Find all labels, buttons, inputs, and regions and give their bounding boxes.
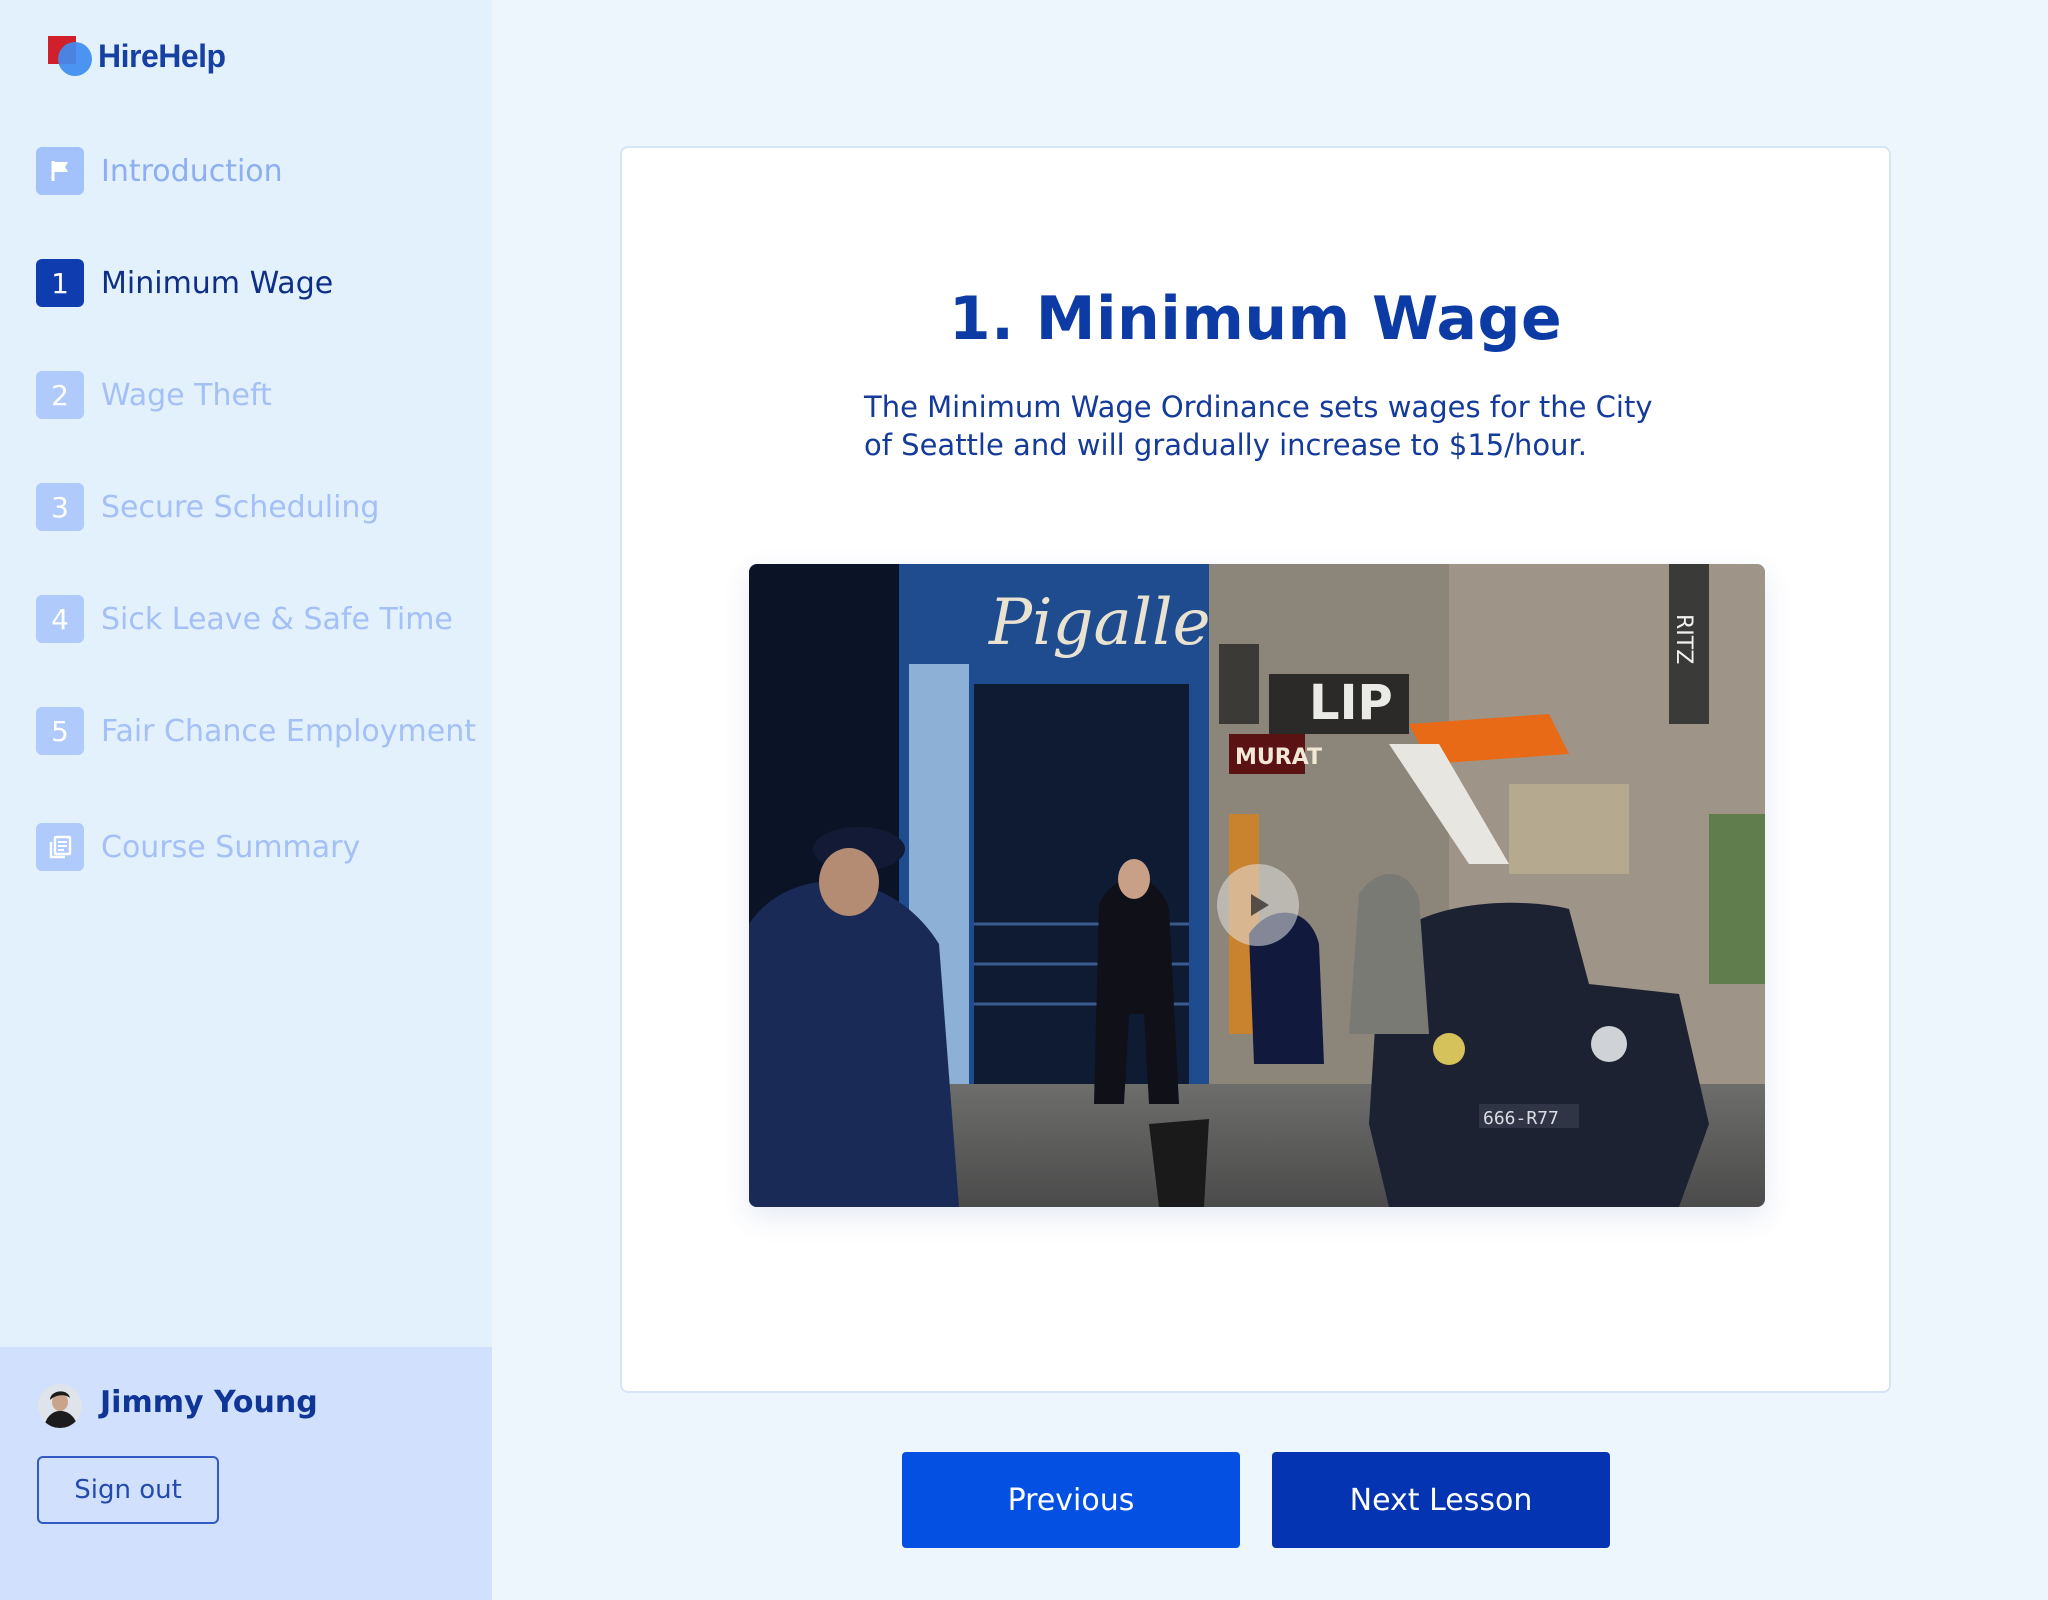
- lesson-title: 1. Minimum Wage: [948, 284, 1563, 354]
- app-name: HireHelp: [98, 37, 226, 74]
- lesson-number-badge: 4: [36, 595, 84, 643]
- avatar[interactable]: [38, 1384, 82, 1428]
- sidebar-item-label: Course Summary: [101, 829, 361, 865]
- svg-text:LIP: LIP: [1309, 675, 1393, 731]
- logo[interactable]: HireHelp: [46, 34, 226, 78]
- lesson-number-badge: 2: [36, 371, 84, 419]
- svg-text:RITZ: RITZ: [1671, 614, 1696, 664]
- sidebar-item-label: Secure Scheduling: [101, 489, 380, 525]
- flag-icon: [36, 147, 84, 195]
- lesson-card: 1. Minimum Wage The Minimum Wage Ordinan…: [620, 146, 1891, 1393]
- lesson-number-badge: 3: [36, 483, 84, 531]
- previous-button[interactable]: Previous: [902, 1452, 1240, 1548]
- user-panel: Jimmy Young Sign out: [0, 1347, 492, 1600]
- next-lesson-button[interactable]: Next Lesson: [1272, 1452, 1610, 1548]
- lesson-description: The Minimum Wage Ordinance sets wages fo…: [864, 390, 1653, 462]
- logo-icon: [46, 34, 94, 78]
- lesson-number-badge: 5: [36, 707, 84, 755]
- svg-text:Pigalle: Pigalle: [988, 586, 1210, 660]
- lesson-video[interactable]: Pigalle LIP MURAT RITZ 666-R77: [749, 564, 1765, 1207]
- document-icon: [36, 823, 84, 871]
- svg-text:MURAT: MURAT: [1235, 745, 1322, 770]
- sidebar-item-wage-theft[interactable]: 2 Wage Theft: [36, 367, 476, 423]
- sidebar-item-introduction[interactable]: Introduction: [36, 143, 476, 199]
- sidebar-item-sick-leave[interactable]: 4 Sick Leave & Safe Time: [36, 591, 476, 647]
- lesson-number-badge: 1: [36, 259, 84, 307]
- svg-text:666-R77: 666-R77: [1483, 1108, 1559, 1129]
- sidebar-item-fair-chance[interactable]: 5 Fair Chance Employment: [36, 703, 476, 759]
- sidebar-item-label: Introduction: [101, 153, 283, 189]
- play-icon[interactable]: [1217, 864, 1299, 946]
- sidebar-item-course-summary[interactable]: Course Summary: [36, 819, 476, 875]
- sidebar-item-label: Minimum Wage: [101, 265, 334, 301]
- sidebar-item-secure-scheduling[interactable]: 3 Secure Scheduling: [36, 479, 476, 535]
- sidebar-item-label: Fair Chance Employment: [100, 713, 476, 749]
- sidebar-item-minimum-wage[interactable]: 1 Minimum Wage: [36, 255, 476, 311]
- user-name: Jimmy Young: [100, 1385, 318, 1420]
- sidebar-item-label: Wage Theft: [101, 377, 272, 413]
- sidebar-item-label: Sick Leave & Safe Time: [101, 601, 453, 637]
- sign-out-button[interactable]: Sign out: [37, 1456, 219, 1524]
- sidebar: HireHelp Introduction 1 Minimum Wage 2 W…: [0, 0, 492, 1600]
